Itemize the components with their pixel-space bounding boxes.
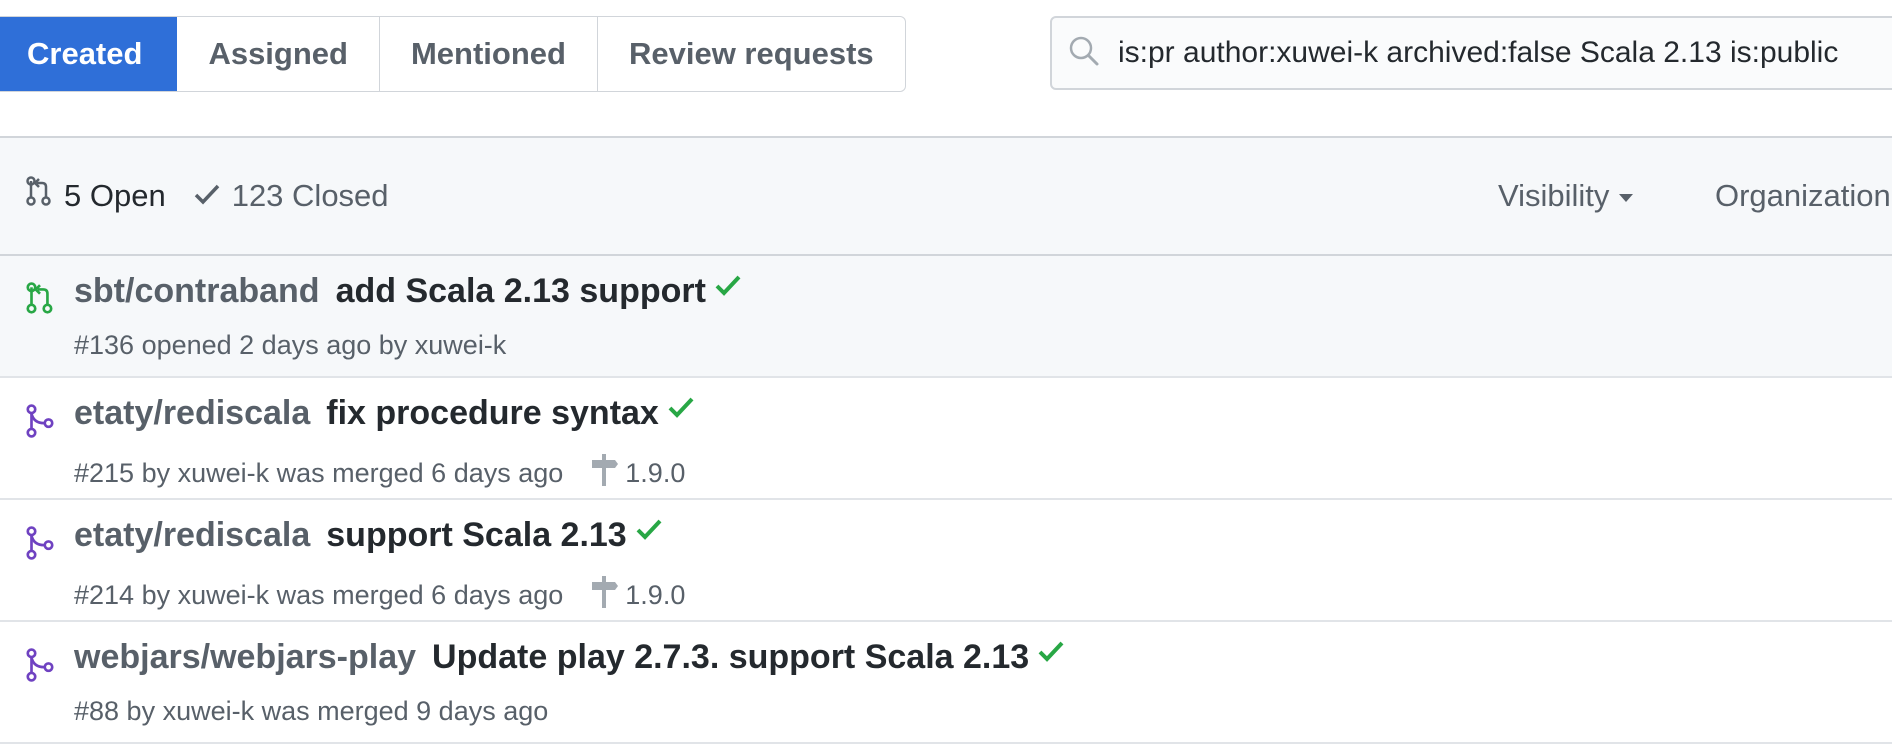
pr-merged-icon xyxy=(26,648,54,687)
pr-open-icon xyxy=(26,282,54,321)
pr-list-header: 5 Open 123 Closed Visibility Organizatio… xyxy=(0,138,1892,256)
pr-row: etaty/rediscala support Scala 2.13 #214 … xyxy=(0,500,1892,622)
pr-repo-link[interactable]: webjars/webjars-play xyxy=(74,638,416,677)
organization-label: Organization xyxy=(1715,178,1891,213)
pr-meta: #88 by xuwei-k was merged 9 days ago xyxy=(74,696,549,726)
pr-merged-icon xyxy=(26,404,54,443)
tab-created[interactable]: Created xyxy=(0,17,178,91)
organization-dropdown[interactable]: Organization xyxy=(1715,138,1891,254)
pr-list-panel: 5 Open 123 Closed Visibility Organizatio… xyxy=(0,136,1892,750)
pr-row: sbt/contraband add Scala 2.13 support #1… xyxy=(0,256,1892,378)
ci-success-check-icon[interactable] xyxy=(635,518,663,547)
milestone-label: 1.9.0 xyxy=(625,580,686,610)
pr-row: webjars/webjars-play Update play 2.7.3. … xyxy=(0,622,1892,744)
pr-repo-link[interactable]: etaty/rediscala xyxy=(74,516,310,555)
pr-meta: #215 by xuwei-k was merged 6 days ago xyxy=(74,458,564,488)
check-icon xyxy=(194,178,232,214)
visibility-dropdown[interactable]: Visibility xyxy=(1498,138,1634,254)
milestone-icon xyxy=(589,574,625,617)
pr-row: etaty/rediscala fix procedure syntax #21… xyxy=(0,378,1892,500)
pr-repo-link[interactable]: sbt/contraband xyxy=(74,272,320,311)
ci-success-check-icon[interactable] xyxy=(714,274,742,303)
tab-assigned[interactable]: Assigned xyxy=(177,17,380,91)
pr-title-link[interactable]: Update play 2.7.3. support Scala 2.13 xyxy=(432,638,1029,677)
ci-success-check-icon[interactable] xyxy=(1037,640,1065,669)
chevron-down-icon xyxy=(1619,194,1634,202)
pr-merged-icon xyxy=(26,526,54,565)
pr-title-link[interactable]: fix procedure syntax xyxy=(326,394,659,433)
filter-tabs: Created Assigned Mentioned Review reques… xyxy=(0,16,906,92)
milestone-link[interactable]: 1.9.0 xyxy=(589,452,685,495)
tab-mentioned[interactable]: Mentioned xyxy=(379,17,598,91)
search-input[interactable] xyxy=(1116,35,1880,71)
milestone-label: 1.9.0 xyxy=(625,458,686,488)
milestone-link[interactable]: 1.9.0 xyxy=(589,574,685,617)
open-filter[interactable]: 5 Open xyxy=(26,176,166,216)
search-box[interactable] xyxy=(1050,16,1892,90)
closed-filter[interactable]: 123 Closed xyxy=(194,178,389,214)
open-count: 5 Open xyxy=(64,178,166,213)
pr-meta: #136 opened 2 days ago by xuwei-k xyxy=(74,330,507,360)
pr-title-link[interactable]: add Scala 2.13 support xyxy=(336,272,706,311)
pr-title-link[interactable]: support Scala 2.13 xyxy=(326,516,626,555)
pr-repo-link[interactable]: etaty/rediscala xyxy=(74,394,310,433)
ci-success-check-icon[interactable] xyxy=(667,396,695,425)
search-icon xyxy=(1068,35,1100,72)
visibility-label: Visibility xyxy=(1498,178,1610,213)
pr-open-icon xyxy=(26,176,64,216)
closed-count: 123 Closed xyxy=(231,178,389,213)
milestone-icon xyxy=(589,452,625,495)
pr-meta: #214 by xuwei-k was merged 6 days ago xyxy=(74,580,564,610)
tab-review-requests[interactable]: Review requests xyxy=(597,17,905,91)
